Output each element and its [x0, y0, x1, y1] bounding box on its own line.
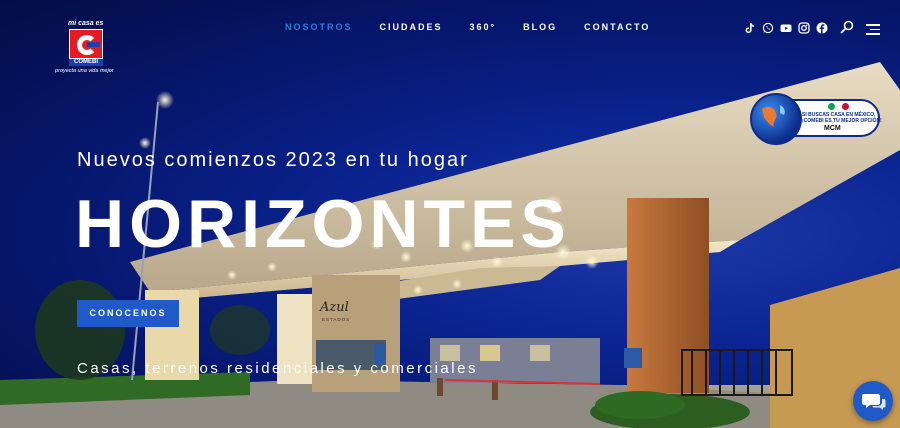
whatsapp-icon[interactable] — [762, 21, 774, 34]
facebook-icon[interactable] — [816, 21, 828, 34]
hero-tagline: Casas, terrenos residenciales y comercia… — [77, 360, 478, 377]
search-icon[interactable] — [840, 20, 854, 34]
youtube-icon[interactable] — [780, 21, 792, 33]
promo-badge[interactable]: SI BUSCAS CASA EN MÉXICO, ¡COMEBI ES TU … — [750, 93, 882, 145]
entrance-sign-name: Azul — [320, 300, 349, 315]
logo-brand: COMEBI — [69, 59, 103, 66]
main-nav: NOSOTROS CIUDADES 360° BLOG CONTACTO — [285, 22, 650, 32]
hero-section: Azul ESTADOS mi casa es COMEBI proyecta … — [0, 0, 900, 428]
entrance-sign-sub: ESTADOS — [322, 317, 351, 322]
nav-item-blog[interactable]: BLOG — [523, 22, 557, 32]
hero-title: HORIZONTES — [75, 186, 571, 262]
usa-flag-icon — [842, 103, 849, 110]
nav-item-ciudades[interactable]: CIUDADES — [380, 22, 443, 32]
menu-icon[interactable] — [866, 24, 880, 35]
promo-badge-brand: MCM — [824, 125, 841, 132]
nav-item-nosotros[interactable]: NOSOTROS — [285, 22, 353, 32]
mexico-flag-icon — [828, 103, 835, 110]
social-links — [744, 21, 828, 34]
nav-item-360[interactable]: 360° — [470, 22, 497, 32]
logo-tagline: proyecta una vida mejor — [55, 68, 114, 74]
logo-mark-icon — [69, 29, 103, 59]
chat-bubble-icon[interactable] — [853, 381, 893, 421]
site-logo[interactable]: mi casa es COMEBI proyecta una vida mejo… — [55, 20, 119, 78]
logo-top-text: mi casa es — [68, 20, 104, 27]
hero-subtitle: Nuevos comienzos 2023 en tu hogar — [77, 149, 469, 171]
tiktok-icon[interactable] — [744, 21, 756, 33]
promo-badge-line2: ¡COMEBI ES TU MEJOR OPCIÓN! — [802, 118, 882, 124]
instagram-icon[interactable] — [798, 21, 810, 34]
nav-item-contacto[interactable]: CONTACTO — [584, 22, 650, 32]
conocenos-button[interactable]: CONOCENOS — [77, 300, 179, 327]
globe-icon — [750, 93, 802, 145]
